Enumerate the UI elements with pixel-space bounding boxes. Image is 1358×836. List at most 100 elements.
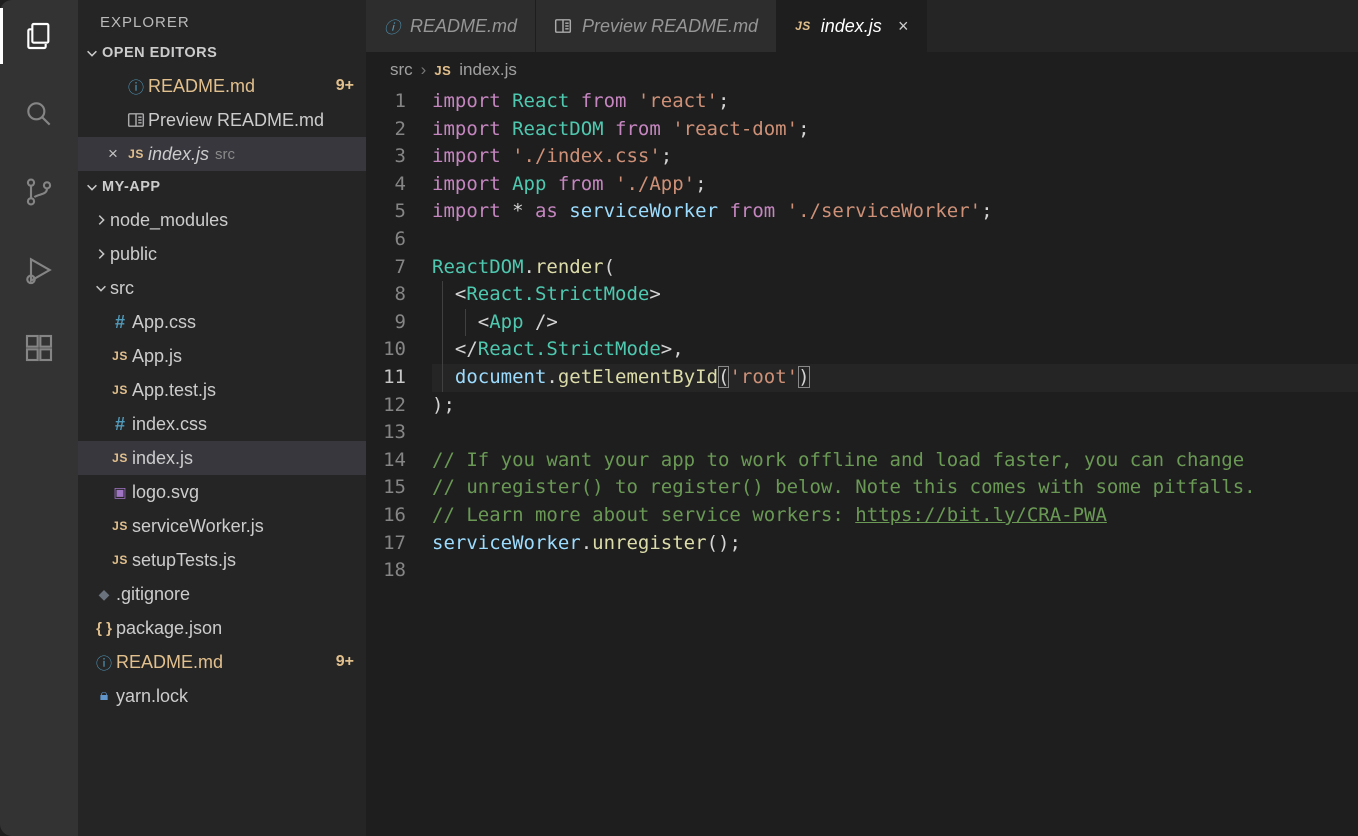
editor-tab[interactable]: Preview README.md	[536, 0, 777, 52]
breadcrumb[interactable]: src › JS index.js	[366, 52, 1358, 86]
code-line[interactable]	[432, 419, 1358, 447]
js-icon: JS	[112, 383, 128, 397]
editor-group: ⓘREADME.mdPreview README.mdJSindex.js× s…	[366, 0, 1358, 836]
open-editor-item[interactable]: ×JSindex.jssrc	[78, 137, 366, 171]
file-label: serviceWorker.js	[132, 516, 264, 537]
debug-icon	[23, 254, 55, 286]
file-item[interactable]: JSApp.js	[78, 339, 366, 373]
file-item[interactable]: JS setupTests.js	[78, 543, 366, 577]
activity-search[interactable]	[0, 92, 78, 136]
code-content[interactable]: import React from 'react';import ReactDO…	[432, 88, 1358, 836]
chevron-down-icon	[82, 46, 102, 60]
tab-label: index.js	[821, 16, 882, 37]
code-line[interactable]: import './index.css';	[432, 143, 1358, 171]
activity-source-control[interactable]	[0, 170, 78, 214]
project-header[interactable]: MY-APP	[78, 173, 366, 201]
code-line[interactable]: <App />	[432, 309, 1358, 337]
open-editors-header[interactable]: OPEN EDITORS	[78, 39, 366, 67]
open-editor-item[interactable]: ⓘREADME.md 9+	[78, 69, 366, 103]
code-editor[interactable]: 123456789101112131415161718 import React…	[366, 86, 1358, 836]
activity-explorer[interactable]	[0, 14, 78, 58]
braces-icon: { }	[96, 620, 112, 637]
activity-bar	[0, 0, 78, 836]
sidebar-title: EXPLORER	[78, 0, 366, 39]
dirty-badge: 9+	[336, 77, 354, 95]
code-line[interactable]	[432, 557, 1358, 585]
chevron-right-icon: ›	[421, 60, 427, 80]
code-line[interactable]: <React.StrictMode>	[432, 281, 1358, 309]
line-number: 12	[366, 392, 406, 420]
code-line[interactable]: import React from 'react';	[432, 88, 1358, 116]
code-line[interactable]: // unregister() to register() below. Not…	[432, 474, 1358, 502]
code-line[interactable]: document.getElementById('root')	[432, 364, 1358, 392]
code-line[interactable]: import App from './App';	[432, 171, 1358, 199]
code-line[interactable]: );	[432, 392, 1358, 420]
file-item[interactable]: JS App.test.js	[78, 373, 366, 407]
close-icon[interactable]: ×	[102, 144, 124, 164]
explorer-sidebar: EXPLORER OPEN EDITORS ⓘREADME.md 9+ Previe…	[78, 0, 366, 836]
hash-icon: #	[115, 312, 125, 333]
file-item[interactable]: JS serviceWorker.js	[78, 509, 366, 543]
editor-tab[interactable]: ⓘREADME.md	[366, 0, 536, 52]
preview-icon	[554, 17, 572, 35]
file-label: App.css	[132, 312, 196, 333]
info-icon: ⓘ	[128, 74, 144, 98]
code-line[interactable]: serviceWorker.unregister();	[432, 530, 1358, 558]
js-icon: JS	[112, 553, 128, 567]
diamond-icon: ◆	[99, 586, 110, 603]
chevron-down-icon	[82, 180, 102, 194]
breadcrumb-part[interactable]: index.js	[459, 60, 517, 80]
activity-debug[interactable]	[0, 248, 78, 292]
folder-item[interactable]: node_modules	[78, 203, 366, 237]
file-item[interactable]: ▣logo.svg	[78, 475, 366, 509]
file-label: node_modules	[110, 210, 228, 231]
file-item[interactable]: # App.css	[78, 305, 366, 339]
file-label: package.json	[116, 618, 222, 639]
chevron-right-icon	[92, 213, 110, 227]
open-editors-list: ⓘREADME.md 9+ Preview README.md ×JSindex.js…	[78, 67, 366, 173]
line-number-gutter: 123456789101112131415161718	[366, 88, 432, 836]
line-number: 4	[366, 171, 406, 199]
line-number: 17	[366, 530, 406, 558]
editor-tab[interactable]: JSindex.js×	[777, 0, 927, 52]
file-item[interactable]: 🔒︎yarn.lock	[78, 679, 366, 713]
file-label: App.test.js	[132, 380, 216, 401]
file-label: .gitignore	[116, 584, 190, 605]
code-line[interactable]: </React.StrictMode>,	[432, 336, 1358, 364]
editor-tabs: ⓘREADME.mdPreview README.mdJSindex.js×	[366, 0, 1358, 52]
file-item[interactable]: { }package.json	[78, 611, 366, 645]
tab-label: Preview README.md	[582, 16, 758, 37]
line-number: 15	[366, 474, 406, 502]
code-line[interactable]: ReactDOM.render(	[432, 254, 1358, 282]
tab-label: README.md	[410, 16, 517, 37]
js-icon: JS	[112, 519, 128, 533]
folder-item[interactable]: public	[78, 237, 366, 271]
file-label: setupTests.js	[132, 550, 236, 571]
code-line[interactable]: import ReactDOM from 'react-dom';	[432, 116, 1358, 144]
open-editor-item[interactable]: Preview README.md	[78, 103, 366, 137]
file-label: Preview README.md	[148, 110, 324, 131]
file-label: public	[110, 244, 157, 265]
close-icon[interactable]: ×	[898, 16, 909, 37]
line-number: 10	[366, 336, 406, 364]
code-line[interactable]: // If you want your app to work offline …	[432, 447, 1358, 475]
file-item[interactable]: ◆ .gitignore	[78, 577, 366, 611]
file-label: README.md	[148, 76, 255, 97]
file-label: index.js	[132, 448, 193, 469]
file-label: yarn.lock	[116, 686, 188, 707]
file-item[interactable]: #index.css	[78, 407, 366, 441]
code-line[interactable]	[432, 226, 1358, 254]
file-item[interactable]: JS index.js	[78, 441, 366, 475]
breadcrumb-part[interactable]: src	[390, 60, 413, 80]
code-line[interactable]: import * as serviceWorker from './servic…	[432, 198, 1358, 226]
activity-extensions[interactable]	[0, 326, 78, 370]
search-icon	[23, 98, 55, 130]
line-number: 16	[366, 502, 406, 530]
folder-item[interactable]: src	[78, 271, 366, 305]
image-icon: ▣	[113, 484, 126, 501]
line-number: 11	[366, 364, 406, 392]
file-item[interactable]: ⓘREADME.md9+	[78, 645, 366, 679]
code-line[interactable]: // Learn more about service workers: htt…	[432, 502, 1358, 530]
line-number: 9	[366, 309, 406, 337]
js-icon: JS	[112, 451, 128, 465]
